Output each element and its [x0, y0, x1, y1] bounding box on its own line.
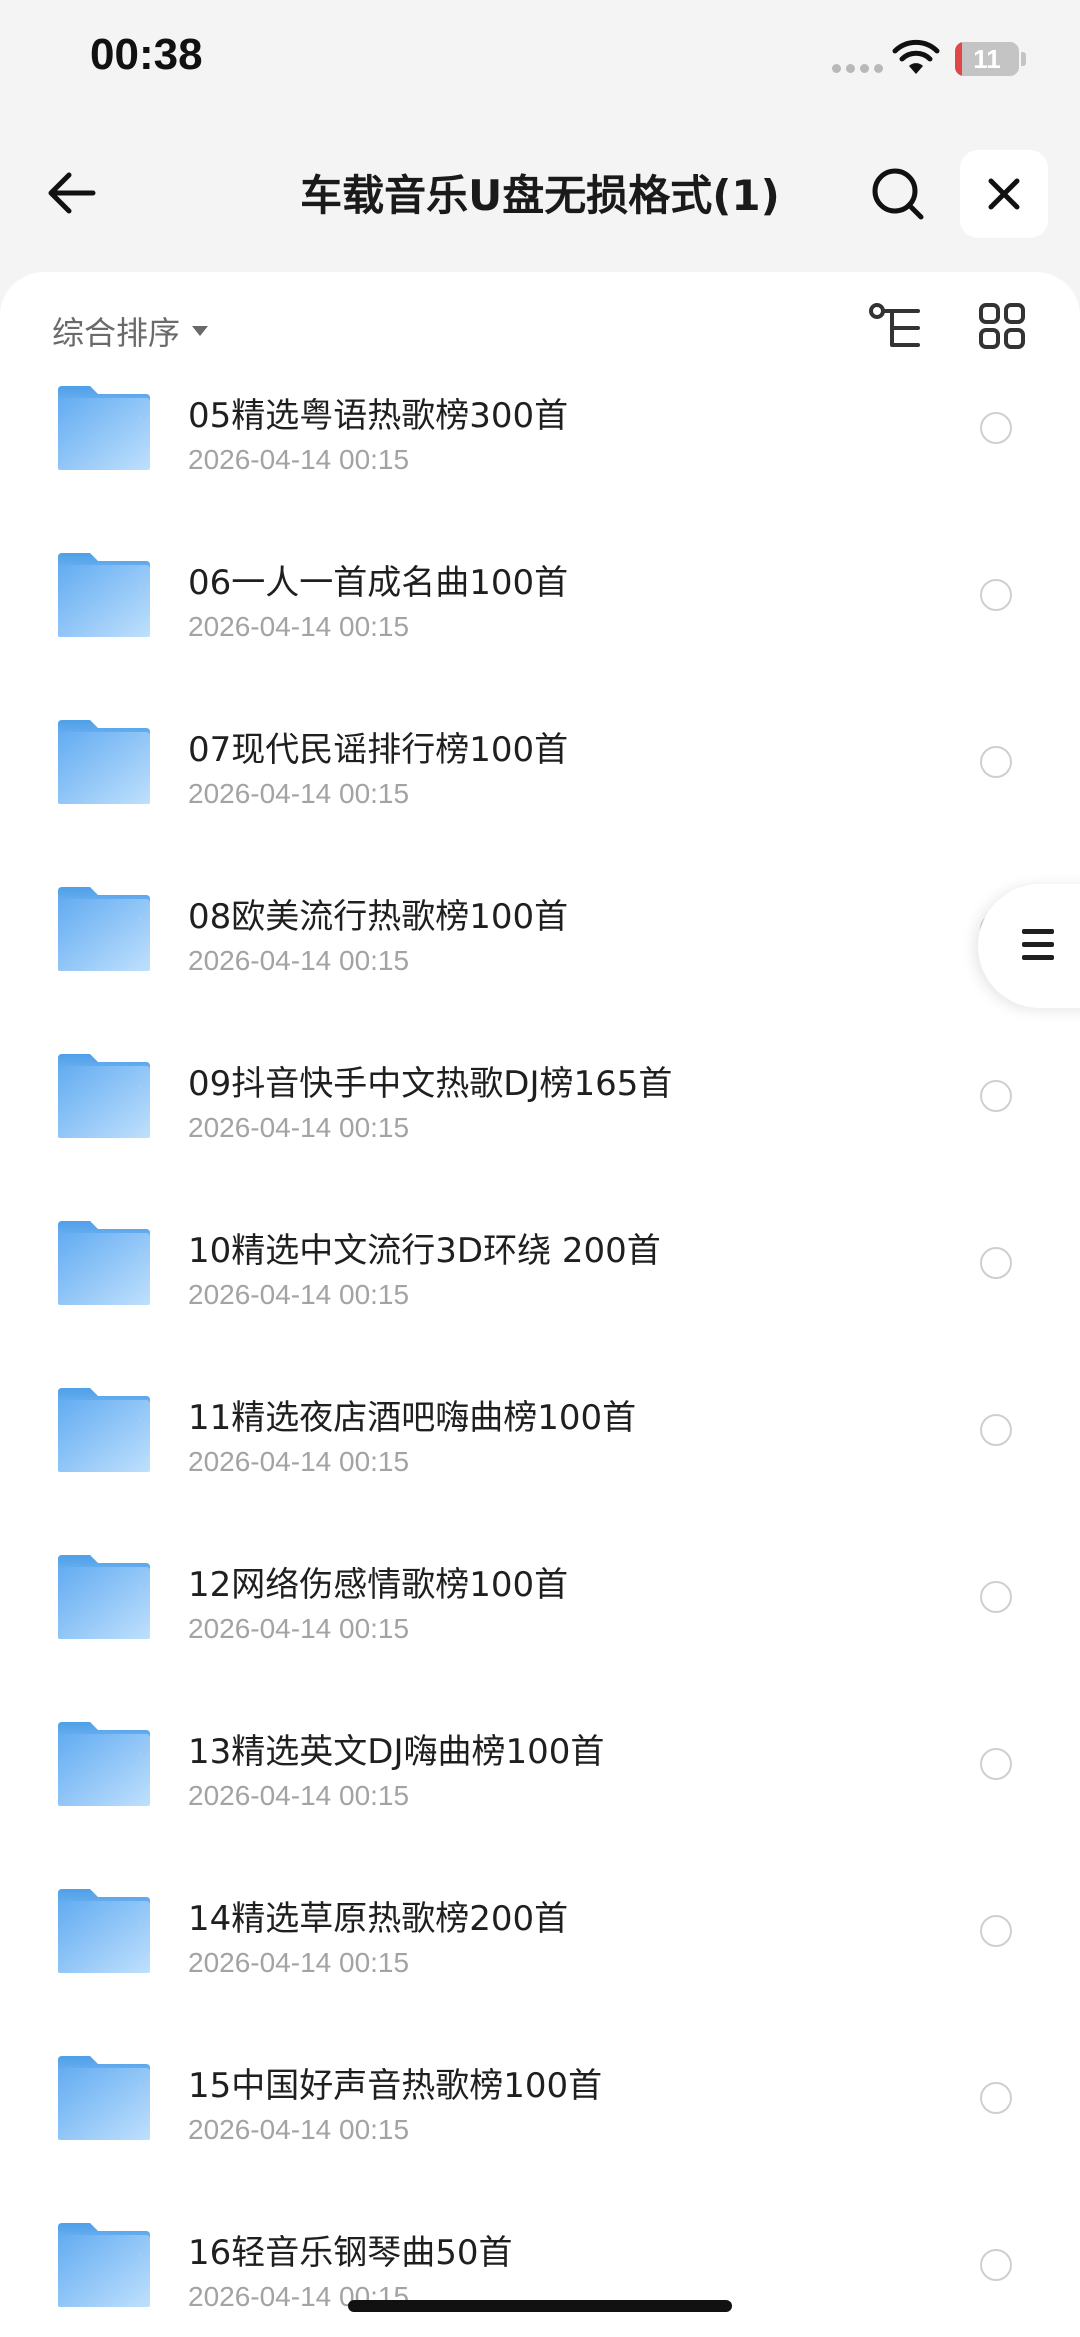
folder-icon [56, 2221, 152, 2309]
list-item[interactable]: 14精选草原热歌榜200首 2026-04-14 00:15 [0, 1877, 1080, 2044]
home-indicator [348, 2300, 732, 2312]
select-radio[interactable] [980, 2249, 1012, 2281]
file-name: 15中国好声音热歌榜100首 [188, 2066, 603, 2106]
file-name: 13精选英文DJ嗨曲榜100首 [188, 1732, 605, 1772]
file-name: 06一人一首成名曲100首 [188, 563, 569, 603]
sort-button[interactable]: 综合排序 [52, 308, 209, 354]
folder-icon [56, 885, 152, 973]
folder-icon [56, 1386, 152, 1474]
folder-icon [56, 551, 152, 639]
list-item[interactable]: 06一人一首成名曲100首 2026-04-14 00:15 [0, 541, 1080, 708]
folder-icon [56, 1052, 152, 1140]
sort-caret-icon [192, 326, 209, 336]
back-button[interactable] [36, 158, 106, 228]
wifi-icon [892, 39, 940, 74]
list-item[interactable]: 09抖音快手中文热歌DJ榜165首 2026-04-14 00:15 [0, 1042, 1080, 1209]
file-name: 05精选粤语热歌榜300首 [188, 396, 569, 436]
select-radio[interactable] [980, 412, 1012, 444]
file-name: 08欧美流行热歌榜100首 [188, 897, 569, 937]
list-item[interactable]: 13精选英文DJ嗨曲榜100首 2026-04-14 00:15 [0, 1710, 1080, 1877]
file-name: 09抖音快手中文热歌DJ榜165首 [188, 1064, 673, 1104]
folder-icon [56, 1219, 152, 1307]
file-date: 2026-04-14 00:15 [188, 1446, 410, 1477]
list-item[interactable]: 12网络伤感情歌榜100首 2026-04-14 00:15 [0, 1543, 1080, 1710]
close-button[interactable] [960, 150, 1048, 238]
status-time: 00:38 [90, 30, 203, 79]
signal-dots-icon [832, 64, 883, 73]
file-date: 2026-04-14 00:15 [188, 611, 410, 642]
search-button[interactable] [862, 158, 934, 230]
nav-bar: 车载音乐U盘无损格式(1) [0, 140, 1080, 250]
grid-view-icon[interactable] [978, 302, 1026, 350]
select-radio[interactable] [980, 2082, 1012, 2114]
tree-view-icon[interactable] [868, 302, 924, 354]
file-date: 2026-04-14 00:15 [188, 778, 410, 809]
folder-icon [56, 1887, 152, 1975]
file-date: 2026-04-14 00:15 [188, 1947, 410, 1978]
menu-icon [1022, 929, 1054, 968]
folder-icon [56, 718, 152, 806]
select-radio[interactable] [980, 1080, 1012, 1112]
file-panel: 综合排序 05精选粤语热歌榜300首 2026-04-14 00:15 06一人一首… [0, 272, 1080, 2337]
sort-label: 综合排序 [52, 314, 181, 352]
close-icon [988, 178, 1020, 210]
file-date: 2026-04-14 00:15 [188, 2114, 410, 2145]
list-item[interactable]: 07现代民谣排行榜100首 2026-04-14 00:15 [0, 708, 1080, 875]
folder-icon [56, 384, 152, 472]
list-item[interactable]: 16轻音乐钢琴曲50首 2026-04-14 00:15 [0, 2211, 1080, 2337]
battery-tip [1021, 52, 1026, 66]
file-date: 2026-04-14 00:15 [188, 945, 410, 976]
battery-level: 11 [973, 44, 1001, 74]
file-date: 2026-04-14 00:15 [188, 1780, 410, 1811]
list-item[interactable]: 10精选中文流行3D环绕 200首 2026-04-14 00:15 [0, 1209, 1080, 1376]
file-date: 2026-04-14 00:15 [188, 444, 410, 475]
page-title: 车载音乐U盘无损格式(1) [300, 171, 780, 220]
select-radio[interactable] [980, 1748, 1012, 1780]
list-toolbar: 综合排序 [0, 272, 1080, 382]
search-icon [872, 168, 924, 220]
status-bar: 00:38 11 [0, 0, 1080, 120]
select-radio[interactable] [980, 1915, 1012, 1947]
file-date: 2026-04-14 00:15 [188, 1112, 410, 1143]
list-item[interactable]: 11精选夜店酒吧嗨曲榜100首 2026-04-14 00:15 [0, 1376, 1080, 1543]
list-item[interactable]: 05精选粤语热歌榜300首 2026-04-14 00:15 [0, 374, 1080, 541]
select-radio[interactable] [980, 746, 1012, 778]
file-name: 14精选草原热歌榜200首 [188, 1899, 569, 1939]
file-name: 11精选夜店酒吧嗨曲榜100首 [188, 1398, 637, 1438]
file-list: 05精选粤语热歌榜300首 2026-04-14 00:15 06一人一首成名曲10… [0, 374, 1080, 2337]
file-name: 10精选中文流行3D环绕 200首 [188, 1231, 661, 1271]
list-item[interactable]: 08欧美流行热歌榜100首 2026-04-14 00:15 [0, 875, 1080, 1042]
folder-icon [56, 1720, 152, 1808]
file-name: 07现代民谣排行榜100首 [188, 730, 569, 770]
select-radio[interactable] [980, 1581, 1012, 1613]
file-name: 12网络伤感情歌榜100首 [188, 1565, 569, 1605]
battery-icon: 11 [955, 42, 1019, 76]
file-date: 2026-04-14 00:15 [188, 1279, 410, 1310]
select-radio[interactable] [980, 1247, 1012, 1279]
list-item[interactable]: 15中国好声音热歌榜100首 2026-04-14 00:15 [0, 2044, 1080, 2211]
select-radio[interactable] [980, 1414, 1012, 1446]
back-arrow-icon [48, 172, 96, 214]
file-date: 2026-04-14 00:15 [188, 1613, 410, 1644]
folder-icon [56, 1553, 152, 1641]
select-radio[interactable] [980, 579, 1012, 611]
folder-icon [56, 2054, 152, 2142]
file-name: 16轻音乐钢琴曲50首 [188, 2233, 513, 2273]
